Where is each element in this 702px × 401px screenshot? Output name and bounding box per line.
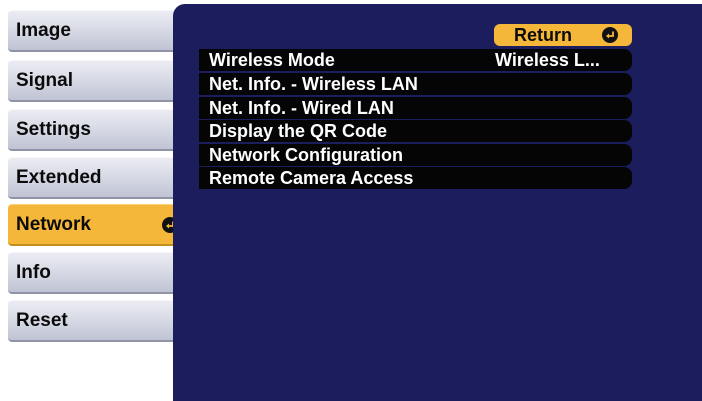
tab-label: Extended (16, 166, 102, 188)
tab-reset[interactable]: Reset (8, 300, 186, 342)
menu-sidebar: Image Signal Settings Extended Network I… (0, 0, 188, 401)
tab-info[interactable]: Info (8, 252, 186, 294)
return-button[interactable]: Return (494, 24, 632, 46)
menu-item-label: Remote Camera Access (209, 167, 414, 188)
tab-label: Signal (16, 69, 74, 91)
tab-settings[interactable]: Settings (8, 109, 186, 151)
tab-label: Image (16, 19, 71, 41)
return-label: Return (514, 24, 572, 45)
tab-label: Network (16, 213, 91, 235)
menu-item-net-info-wired[interactable]: Net. Info. - Wired LAN (199, 97, 632, 119)
menu-item-label: Net. Info. - Wireless LAN (209, 73, 418, 94)
enter-icon (602, 27, 618, 43)
menu-item-net-info-wireless[interactable]: Net. Info. - Wireless LAN (199, 73, 632, 95)
tab-label: Reset (16, 309, 68, 331)
menu-item-network-configuration[interactable]: Network Configuration (199, 144, 632, 166)
menu-item-label: Net. Info. - Wired LAN (209, 97, 394, 118)
menu-item-display-qr-code[interactable]: Display the QR Code (199, 120, 632, 142)
tab-image[interactable]: Image (8, 10, 186, 52)
tab-label: Settings (16, 118, 91, 140)
tab-label: Info (16, 261, 51, 283)
projector-menu-screen: Image Signal Settings Extended Network I… (0, 0, 702, 401)
menu-item-value: Wireless L... (495, 50, 600, 70)
menu-item-label: Display the QR Code (209, 120, 388, 141)
tab-network[interactable]: Network (8, 204, 188, 246)
menu-item-wireless-mode[interactable]: Wireless Mode Wireless L... (199, 49, 632, 71)
menu-item-label: Network Configuration (209, 144, 403, 165)
menu-item-label: Wireless Mode (209, 49, 335, 70)
tab-extended[interactable]: Extended (8, 157, 186, 199)
menu-item-remote-camera-access[interactable]: Remote Camera Access (199, 167, 632, 189)
tab-signal[interactable]: Signal (8, 60, 186, 102)
